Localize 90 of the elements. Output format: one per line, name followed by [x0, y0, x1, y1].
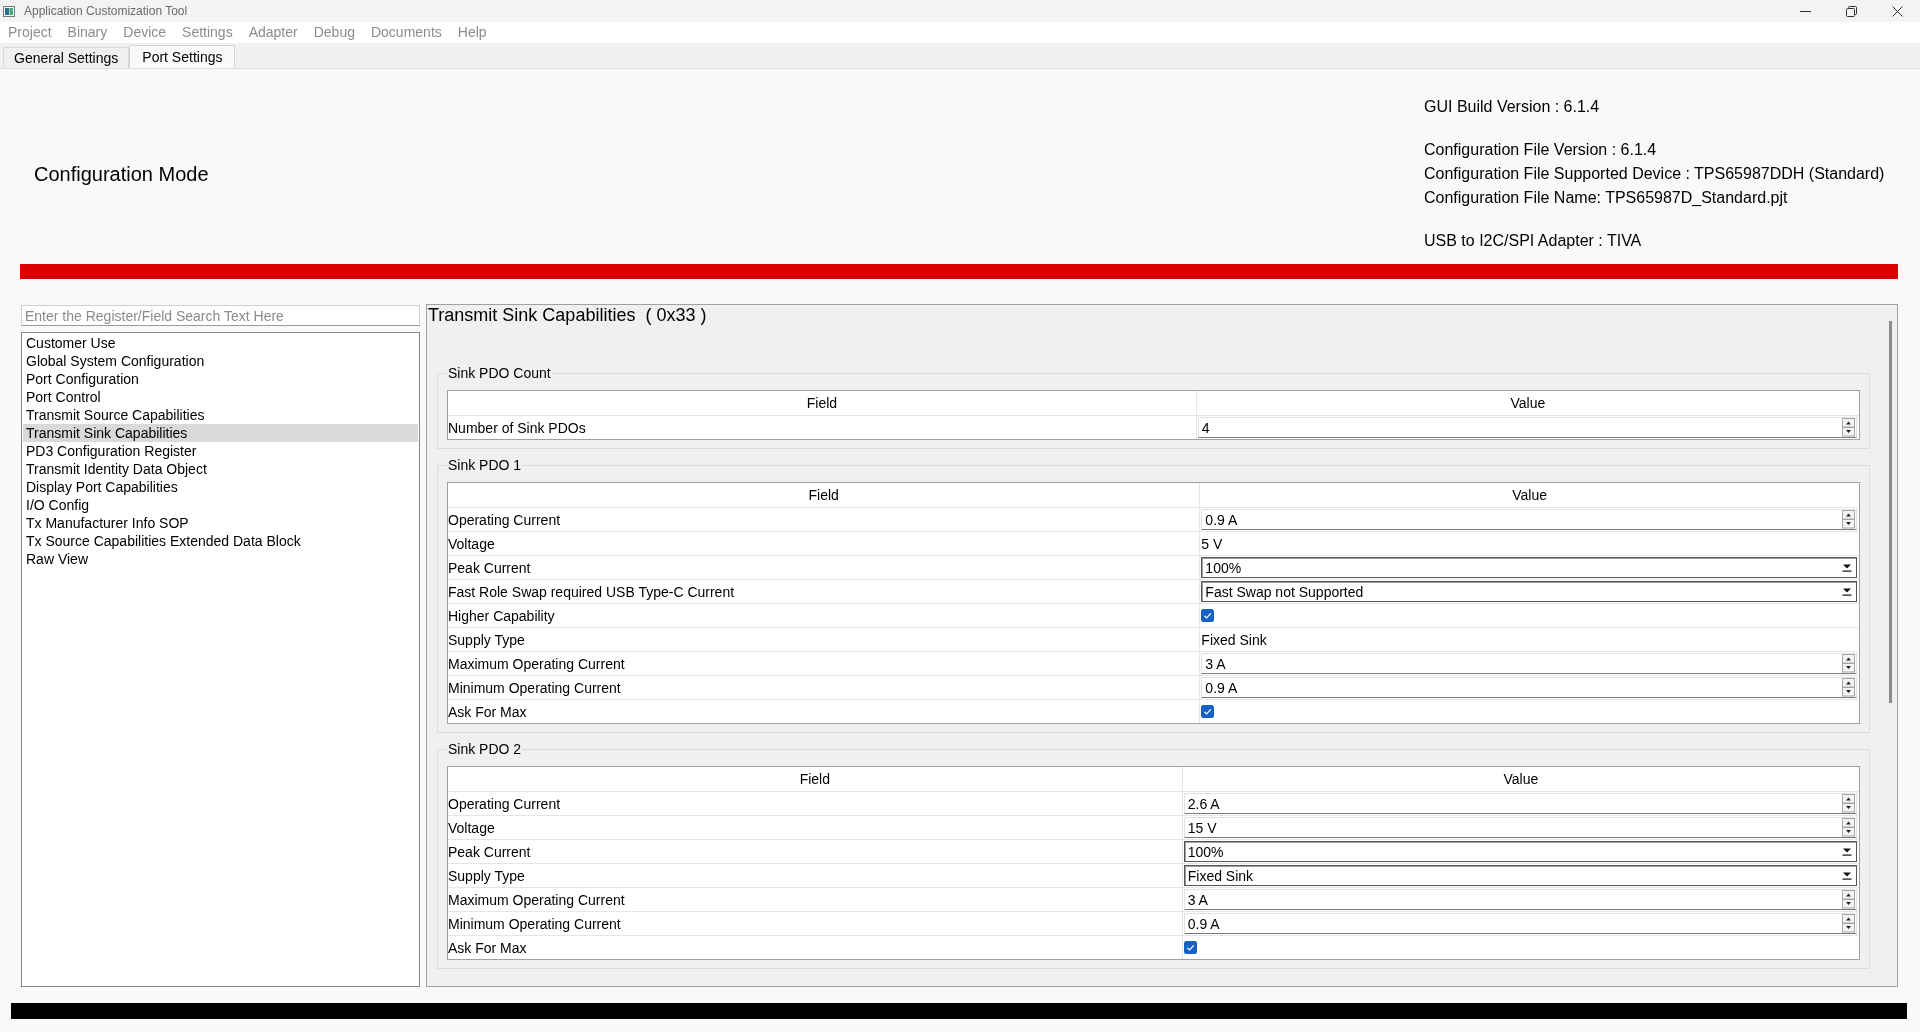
spin-box[interactable]: 15 V — [1183, 817, 1857, 838]
field-label: Higher Capability — [448, 607, 555, 624]
spin-arrows-icon[interactable] — [1842, 510, 1855, 529]
list-item[interactable]: Transmit Identity Data Object — [23, 460, 418, 478]
info-line: Configuration File Name: TPS65987D_Standard.pjt — [1424, 188, 1788, 208]
list-item[interactable]: Tx Manufacturer Info SOP — [23, 514, 418, 532]
menu-item[interactable]: Project — [0, 24, 60, 41]
dropdown[interactable]: 100% — [1183, 841, 1857, 862]
field-label: Peak Current — [448, 559, 531, 576]
field-value: Fixed Sink — [1201, 631, 1267, 648]
spin-arrows-icon[interactable] — [1842, 890, 1855, 909]
info-line: USB to I2C/SPI Adapter : TIVA — [1424, 231, 1642, 251]
spin-arrows-icon[interactable] — [1842, 818, 1855, 837]
menu-item[interactable]: Documents — [362, 24, 450, 41]
spin-box[interactable]: 3 A — [1201, 653, 1857, 674]
info-line: Configuration File Version : 6.1.4 — [1424, 140, 1657, 160]
checkbox[interactable] — [1201, 609, 1215, 622]
list-item[interactable]: Port Configuration — [23, 370, 418, 388]
list-item[interactable]: Tx Source Capabilities Extended Data Block — [23, 532, 418, 550]
menu-item[interactable]: Device — [115, 24, 175, 41]
group-title: Sink PDO 2 — [447, 741, 523, 757]
info-line: GUI Build Version : 6.1.4 — [1424, 97, 1600, 117]
field-value: 5 V — [1201, 535, 1223, 552]
dropdown[interactable]: 100% — [1201, 557, 1857, 578]
field-label: Supply Type — [448, 867, 525, 884]
field-label: Maximum Operating Current — [448, 891, 625, 908]
spin-arrows-icon[interactable] — [1842, 794, 1855, 813]
checkbox[interactable] — [1183, 941, 1197, 954]
list-item[interactable]: Global System Configuration — [23, 352, 418, 370]
tab[interactable]: General Settings — [3, 47, 130, 68]
field-label: Operating Current — [448, 511, 561, 528]
list-item[interactable]: Display Port Capabilities — [23, 478, 418, 496]
dropdown[interactable]: Fixed Sink — [1183, 865, 1857, 886]
field-label: Peak Current — [448, 843, 531, 860]
list-item[interactable]: Transmit Sink Capabilities — [23, 424, 418, 442]
list-item[interactable]: Raw View — [23, 550, 418, 568]
spin-arrows-icon[interactable] — [1842, 418, 1855, 437]
panel-title: Transmit Sink Capabilities — [428, 305, 636, 326]
checkbox[interactable] — [1201, 705, 1215, 718]
spin-arrows-icon[interactable] — [1842, 914, 1855, 933]
list-item[interactable]: Transmit Source Capabilities — [23, 406, 418, 424]
close-icon[interactable] — [1891, 5, 1903, 17]
field-label: Supply Type — [448, 631, 525, 648]
spin-box[interactable]: 0.9 A — [1183, 913, 1857, 934]
dropdown-arrow-icon[interactable] — [1842, 587, 1852, 596]
dropdown[interactable]: Fast Swap not Supported — [1201, 581, 1857, 602]
dropdown-arrow-icon[interactable] — [1842, 871, 1852, 880]
column-header: Value — [1512, 487, 1548, 503]
column-header: Value — [1503, 771, 1539, 787]
column-header: Field — [806, 395, 838, 411]
field-label: Ask For Max — [448, 703, 527, 720]
tab[interactable]: Port Settings — [129, 45, 236, 68]
spin-box[interactable]: 0.9 A — [1201, 677, 1857, 698]
list-item[interactable]: PD3 Configuration Register — [23, 442, 418, 460]
field-label: Fast Role Swap required USB Type-C Current — [448, 583, 735, 600]
dropdown-arrow-icon[interactable] — [1842, 563, 1852, 572]
list-item[interactable]: Port Control — [23, 388, 418, 406]
menu-item[interactable]: Settings — [174, 24, 241, 41]
spin-arrows-icon[interactable] — [1842, 678, 1855, 697]
info-line: Configuration File Supported Device : TPS65987DDH (Standard) — [1424, 164, 1885, 184]
register-address: ( 0x33 ) — [645, 305, 707, 326]
spin-box[interactable]: 2.6 A — [1183, 793, 1857, 814]
mode-label: Configuration Mode — [34, 162, 209, 186]
dropdown-arrow-icon[interactable] — [1842, 847, 1852, 856]
menu-item[interactable]: Adapter — [240, 24, 306, 41]
field-label: Maximum Operating Current — [448, 655, 625, 672]
restore-icon[interactable] — [1845, 5, 1857, 17]
list-item[interactable]: Customer Use — [23, 334, 418, 352]
field-label: Voltage — [448, 819, 495, 836]
spin-box[interactable]: 4 — [1197, 417, 1857, 438]
column-header: Field — [799, 771, 831, 787]
app-icon — [3, 5, 15, 17]
spin-box[interactable]: 0.9 A — [1201, 509, 1857, 530]
field-label: Minimum Operating Current — [448, 679, 621, 696]
window-title: Application Customization Tool — [24, 4, 188, 18]
scrollbar-thumb[interactable] — [1889, 321, 1892, 703]
field-label: Ask For Max — [448, 939, 527, 956]
field-label: Minimum Operating Current — [448, 915, 621, 932]
column-header: Value — [1510, 395, 1546, 411]
search-field[interactable]: Enter the Register/Field Search Text Here — [21, 305, 420, 326]
column-header: Field — [808, 487, 839, 503]
field-label: Number of Sink PDOs — [448, 419, 586, 436]
group-title: Sink PDO 1 — [447, 457, 523, 473]
spin-arrows-icon[interactable] — [1842, 654, 1855, 673]
field-label: Operating Current — [448, 795, 561, 812]
group-title: Sink PDO Count — [447, 365, 552, 381]
spin-box[interactable]: 3 A — [1183, 889, 1857, 910]
field-label: Voltage — [448, 535, 495, 552]
list-item[interactable]: I/O Config — [23, 496, 418, 514]
minimize-icon[interactable] — [1799, 10, 1811, 12]
